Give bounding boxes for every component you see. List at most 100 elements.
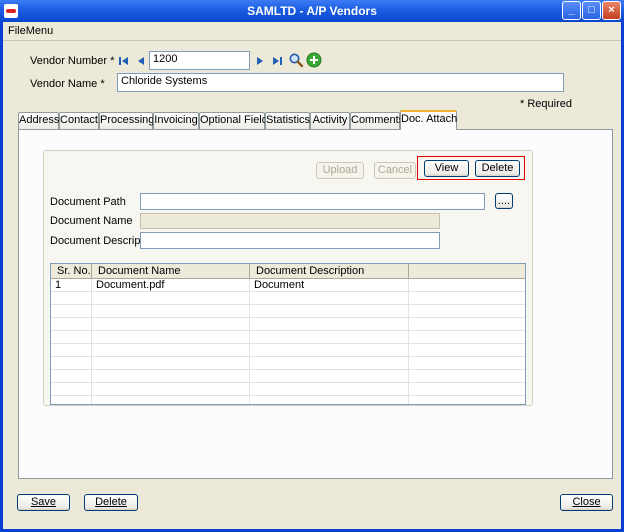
- table-cell: [250, 396, 409, 404]
- tab-address[interactable]: Address: [18, 112, 59, 129]
- table-cell: [92, 305, 250, 317]
- table-row[interactable]: [51, 344, 525, 357]
- minimize-button[interactable]: _: [562, 1, 581, 20]
- last-record-icon[interactable]: [270, 53, 284, 69]
- documents-grid[interactable]: Sr. No. Document Name Document Descripti…: [50, 263, 526, 405]
- vendor-name-input[interactable]: Chloride Systems: [117, 73, 564, 92]
- table-cell: [92, 331, 250, 343]
- vendor-number-input[interactable]: 1200: [149, 51, 250, 70]
- table-cell: [51, 344, 92, 356]
- add-new-icon[interactable]: [306, 52, 322, 68]
- browse-button[interactable]: ....: [495, 193, 513, 209]
- table-cell: [409, 279, 525, 291]
- table-cell: [92, 357, 250, 369]
- search-icon[interactable]: [288, 52, 304, 68]
- tab-label: Optional Fields: [200, 114, 274, 126]
- tab-statistics[interactable]: Statistics: [265, 112, 310, 129]
- table-cell: [409, 370, 525, 382]
- tab-doc-attach[interactable]: Doc. Attach: [400, 110, 457, 130]
- table-row[interactable]: [51, 370, 525, 383]
- column-header-blank[interactable]: [409, 264, 525, 278]
- view-button[interactable]: View: [424, 160, 469, 177]
- table-cell: [92, 292, 250, 304]
- first-record-icon[interactable]: [117, 53, 131, 69]
- column-header-document-description[interactable]: Document Description: [250, 264, 409, 278]
- table-row[interactable]: [51, 331, 525, 344]
- table-cell: [92, 318, 250, 330]
- tab-processing[interactable]: Processing: [99, 112, 155, 129]
- next-record-icon[interactable]: [253, 53, 267, 69]
- table-cell: [409, 396, 525, 404]
- table-cell: [51, 396, 92, 404]
- tab-label: Statistics: [266, 114, 311, 126]
- vendor-number-label: Vendor Number *: [30, 55, 115, 67]
- document-description-input[interactable]: [140, 232, 440, 249]
- vendor-name-label: Vendor Name *: [30, 78, 105, 90]
- table-cell: [250, 344, 409, 356]
- table-cell: [51, 331, 92, 343]
- tab-label: Doc. Attach: [401, 113, 458, 125]
- table-cell: [409, 292, 525, 304]
- table-cell: [250, 331, 409, 343]
- table-row[interactable]: [51, 357, 525, 370]
- close-label: Close: [572, 496, 601, 508]
- table-cell: [51, 292, 92, 304]
- required-note: * Required: [520, 98, 572, 110]
- table-cell: [409, 331, 525, 343]
- title-bar[interactable]: SAMLTD - A/P Vendors _ □ ×: [0, 0, 624, 22]
- tab-invoicing[interactable]: Invoicing: [153, 112, 199, 129]
- save-label: Save: [30, 496, 57, 508]
- document-path-label: Document Path: [50, 196, 126, 208]
- table-row[interactable]: 1 Document.pdf Document: [51, 279, 525, 292]
- table-cell: [51, 318, 92, 330]
- table-cell: [409, 318, 525, 330]
- doc-attach-group: Upload Cancel View Delete Document Path …: [43, 150, 533, 406]
- table-cell: [250, 383, 409, 395]
- close-window-button[interactable]: ×: [602, 1, 621, 20]
- tab-label: Comments: [351, 114, 405, 126]
- cancel-button[interactable]: Cancel: [374, 162, 416, 179]
- tab-optional-fields[interactable]: Optional Fields: [199, 112, 273, 129]
- file-menu[interactable]: FileMenu: [8, 25, 53, 37]
- doc-attach-panel: Upload Cancel View Delete Document Path …: [18, 129, 613, 479]
- table-cell: Document: [250, 279, 409, 291]
- tab-label: Contact: [60, 114, 98, 126]
- document-name-input[interactable]: [140, 213, 440, 229]
- column-header-document-name[interactable]: Document Name: [92, 264, 250, 278]
- table-row[interactable]: [51, 383, 525, 396]
- tab-label: Processing: [100, 114, 155, 126]
- app-window: SAMLTD - A/P Vendors _ □ × FileMenu Vend…: [0, 0, 624, 532]
- table-cell: [92, 370, 250, 382]
- close-button[interactable]: Close: [560, 494, 613, 511]
- table-row[interactable]: [51, 292, 525, 305]
- tab-label: Invoicing: [154, 114, 198, 126]
- delete-vendor-button[interactable]: Delete: [84, 494, 138, 511]
- maximize-button[interactable]: □: [582, 1, 601, 20]
- table-row[interactable]: [51, 396, 525, 404]
- table-cell: [92, 396, 250, 404]
- upload-button[interactable]: Upload: [316, 162, 364, 179]
- table-cell: [250, 318, 409, 330]
- table-cell: [409, 357, 525, 369]
- tab-contact[interactable]: Contact: [59, 112, 99, 129]
- table-row[interactable]: [51, 318, 525, 331]
- delete-document-button[interactable]: Delete: [475, 160, 520, 177]
- column-header-sr-no[interactable]: Sr. No.: [51, 264, 92, 278]
- client-area: FileMenu Vendor Number * 1200 Vendor Nam…: [3, 22, 621, 529]
- table-cell: Document.pdf: [92, 279, 250, 291]
- tab-activity[interactable]: Activity: [310, 112, 350, 129]
- tab-comments[interactable]: Comments: [350, 112, 404, 129]
- save-button[interactable]: Save: [17, 494, 70, 511]
- delete-label: Delete: [95, 496, 127, 508]
- table-cell: [250, 370, 409, 382]
- document-path-input[interactable]: [140, 193, 485, 210]
- table-cell: [409, 383, 525, 395]
- window-title: SAMLTD - A/P Vendors: [247, 4, 377, 18]
- previous-record-icon[interactable]: [134, 53, 148, 69]
- table-cell: [92, 344, 250, 356]
- table-cell: [51, 357, 92, 369]
- table-cell: [250, 357, 409, 369]
- table-row[interactable]: [51, 305, 525, 318]
- table-cell: [250, 292, 409, 304]
- table-cell: [51, 305, 92, 317]
